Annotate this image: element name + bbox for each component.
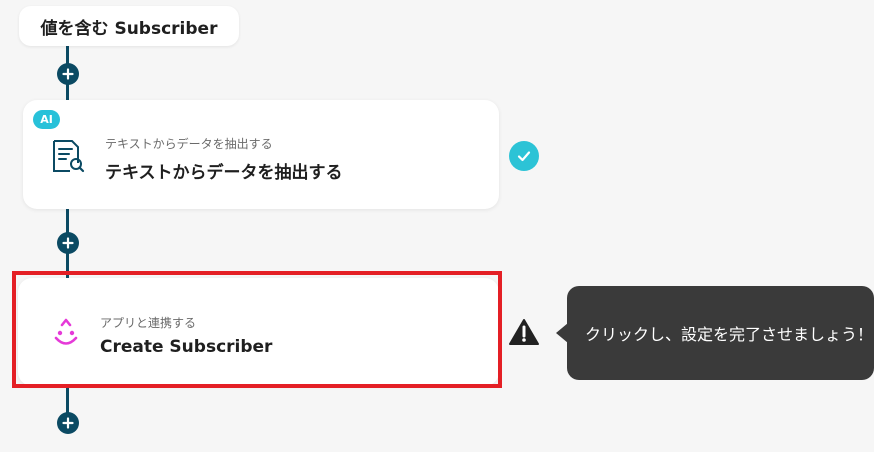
document-search-icon — [53, 140, 85, 173]
ai-badge: AI — [33, 110, 60, 129]
plus-icon — [62, 237, 74, 249]
check-icon — [509, 141, 539, 171]
plus-icon — [62, 68, 74, 80]
step-title: テキストからデータを抽出する — [105, 163, 343, 183]
trigger-node[interactable]: 値を含む Subscriber — [19, 6, 239, 46]
add-step-button[interactable] — [57, 232, 79, 254]
warning-icon — [509, 319, 539, 345]
add-step-button[interactable] — [57, 412, 79, 434]
hint-tooltip: クリックし、設定を完了させましょう！ — [567, 286, 874, 380]
add-step-button[interactable] — [57, 63, 79, 85]
plus-icon — [62, 417, 74, 429]
tooltip-text: クリックし、設定を完了させましょう！ — [585, 325, 874, 344]
step-subtitle: テキストからデータを抽出する — [105, 137, 273, 151]
highlight-frame — [12, 271, 502, 388]
trigger-label: 値を含む Subscriber — [40, 18, 218, 39]
step-card-extract-text[interactable]: テキストからデータを抽出する テキストからデータを抽出する — [23, 100, 499, 209]
